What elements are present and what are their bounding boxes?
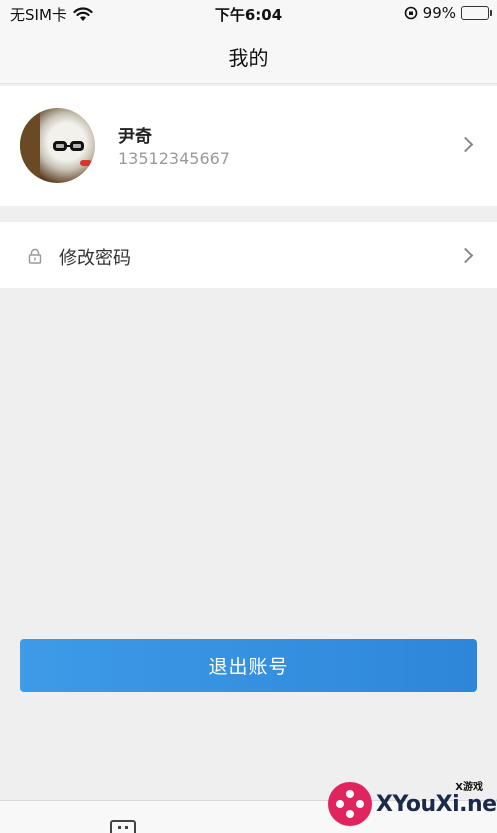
avatar[interactable] bbox=[20, 108, 95, 183]
lock-icon bbox=[28, 248, 42, 264]
profile-phone: 13512345667 bbox=[118, 149, 230, 168]
orientation-lock-icon bbox=[404, 6, 417, 20]
tab-home-icon[interactable] bbox=[110, 820, 136, 833]
chevron-right-icon bbox=[457, 247, 474, 264]
profile-card[interactable]: 尹奇 13512345667 bbox=[0, 86, 497, 206]
logout-button[interactable]: 退出账号 bbox=[20, 639, 477, 692]
battery-percent: 99% bbox=[422, 4, 456, 22]
avatar-glasses-right bbox=[70, 141, 84, 151]
avatar-lips bbox=[80, 160, 92, 166]
profile-name: 尹奇 bbox=[118, 127, 152, 147]
status-bar: 无SIM卡 下午6:04 99% bbox=[0, 0, 497, 28]
avatar-book bbox=[20, 108, 40, 183]
menu-item-label: 修改密码 bbox=[59, 248, 131, 269]
watermark-tag: X游戏 bbox=[455, 782, 483, 793]
battery-icon bbox=[461, 6, 492, 20]
menu-item-change-password[interactable]: 修改密码 bbox=[0, 222, 497, 288]
nav-bar: 我的 bbox=[0, 28, 497, 84]
avatar-glasses-left bbox=[53, 141, 67, 151]
watermark-logo: X游戏 XYouXi.net bbox=[326, 772, 497, 833]
page-title: 我的 bbox=[228, 46, 269, 70]
status-right: 99% bbox=[404, 4, 492, 22]
gamepad-icon bbox=[328, 782, 372, 826]
watermark-text: XYouXi.net bbox=[376, 792, 497, 817]
chevron-right-icon bbox=[457, 136, 474, 153]
